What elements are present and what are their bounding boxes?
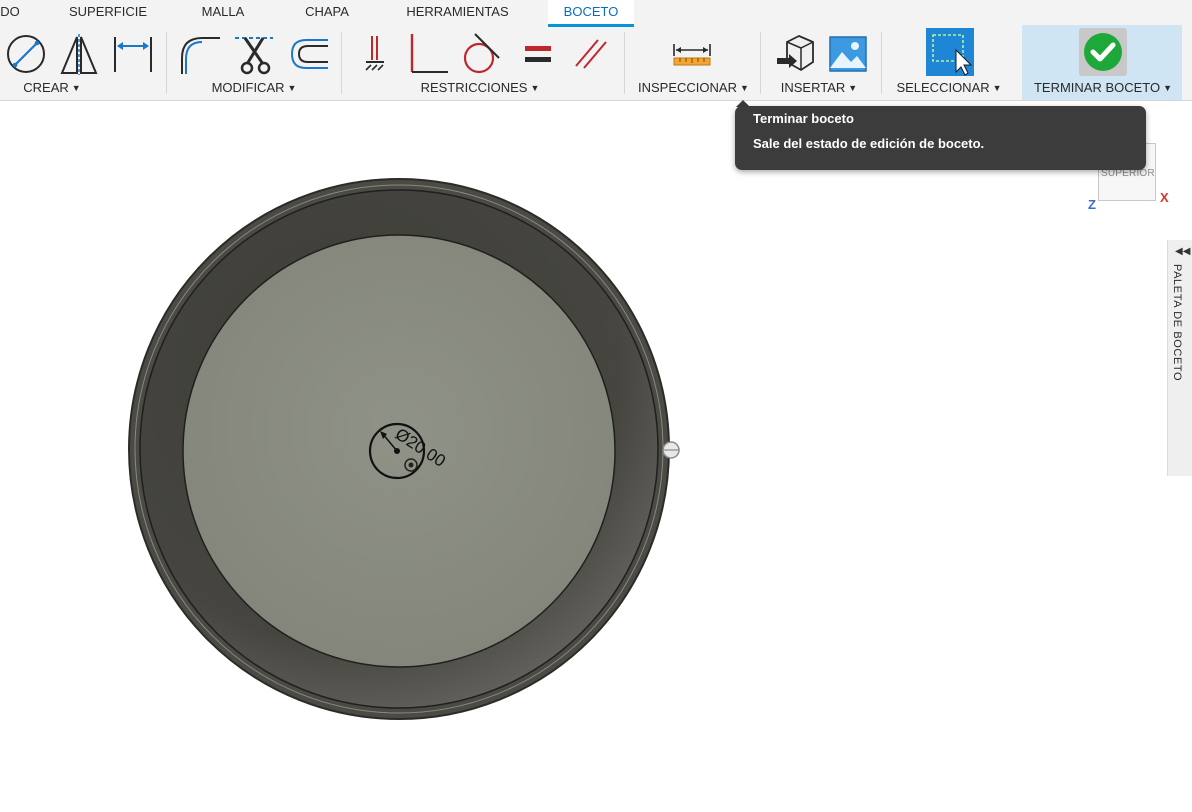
center-point[interactable] (394, 448, 400, 454)
create-menu[interactable]: CREAR ▼ (14, 80, 90, 96)
modify-menu[interactable]: MODIFICAR ▼ (204, 80, 304, 96)
tooltip-title: Terminar boceto (753, 111, 854, 126)
ribbon-toolbar: CREAR ▼ MODIFICAR ▼ RESTRICCIONES ▼ INSPECC… (0, 25, 1192, 101)
trim-scissors-icon[interactable] (233, 32, 275, 76)
tab-bar: DO SUPERFICIE MALLA CHAPA HERRAMIENTAS B… (0, 0, 1192, 28)
mirror-triangle-icon[interactable] (58, 32, 100, 76)
sketch-dimension-icon[interactable] (112, 32, 154, 76)
sketch-palette-tab[interactable]: ◀◀ PALETA DE BOCETO (1167, 240, 1192, 476)
insert-derive-icon[interactable] (775, 32, 817, 76)
coincident-constraint-dot (408, 462, 414, 468)
ribbon-separator (624, 32, 625, 94)
axis-z-label: Z (1088, 197, 1096, 212)
green-check-icon[interactable] (1079, 28, 1127, 76)
fix-constraint-icon[interactable] (354, 32, 396, 76)
collapse-chevron-icon[interactable]: ◀◀ (1175, 246, 1190, 257)
parallel-icon[interactable] (570, 32, 612, 76)
insert-menu[interactable]: INSERTAR ▼ (778, 80, 860, 96)
finish-sketch-group[interactable]: TERMINAR BOCETO ▼ (1022, 25, 1182, 100)
ribbon-separator (166, 32, 167, 94)
equal-icon[interactable] (517, 32, 559, 76)
insert-image-icon[interactable] (827, 32, 869, 76)
inspect-menu[interactable]: INSPECCIONAR ▼ (638, 80, 749, 96)
finish-sketch-button[interactable]: TERMINAR BOCETO ▼ (1028, 80, 1178, 96)
ribbon-separator (341, 32, 342, 94)
circle-diameter-icon[interactable] (5, 32, 47, 76)
tab-modelado[interactable]: DO (0, 0, 22, 26)
sketch-palette-label: PALETA DE BOCETO (1171, 264, 1183, 382)
tangent-icon[interactable] (459, 32, 501, 76)
sketch-viewport[interactable]: Ø20.00 (0, 101, 1192, 812)
measure-ruler-icon[interactable] (671, 32, 713, 76)
tab-chapa[interactable]: CHAPA (292, 0, 362, 26)
perpendicular-icon[interactable] (406, 32, 448, 76)
fillet-icon[interactable] (178, 32, 220, 76)
tooltip: Terminar boceto Sale del estado de edici… (735, 106, 1146, 170)
ribbon-separator (881, 32, 882, 94)
constraints-menu[interactable]: RESTRICCIONES ▼ (418, 80, 542, 96)
offset-icon[interactable] (288, 32, 330, 76)
sketch-canvas[interactable]: Ø20.00 (0, 101, 1192, 812)
select-menu[interactable]: SELECCIONAR ▼ (894, 80, 1004, 96)
select-window-icon[interactable] (926, 28, 974, 76)
tab-malla[interactable]: MALLA (188, 0, 258, 26)
tab-superficie[interactable]: SUPERFICIE (60, 0, 156, 26)
axis-x-label: X (1160, 190, 1169, 205)
tab-boceto[interactable]: BOCETO (548, 0, 634, 27)
tab-herramientas[interactable]: HERRAMIENTAS (395, 0, 520, 26)
tooltip-body: Sale del estado de edición de boceto. (753, 136, 985, 151)
ribbon-separator (760, 32, 761, 94)
